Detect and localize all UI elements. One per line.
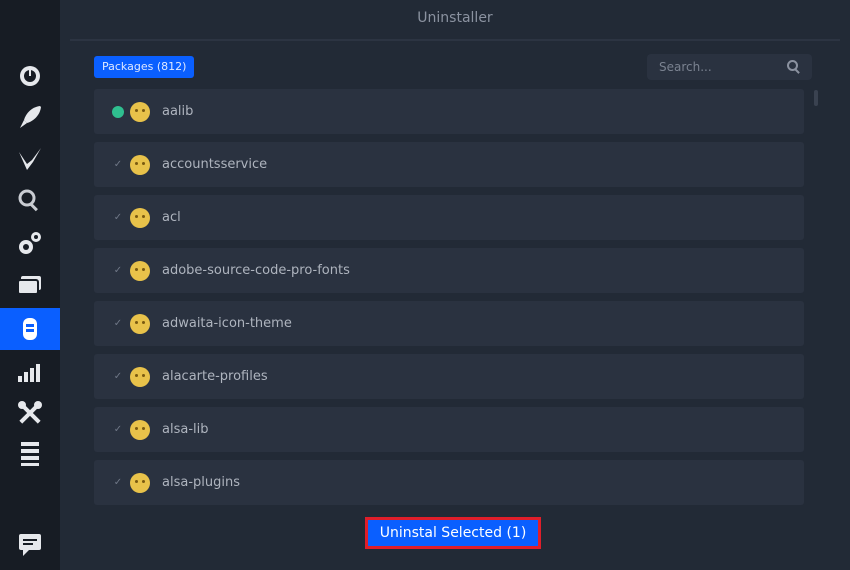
sidebar-item-settings[interactable] <box>0 434 60 472</box>
sidebar-item-dashboard[interactable] <box>0 56 60 94</box>
package-icon <box>130 207 150 228</box>
package-icon <box>130 101 150 122</box>
package-icon <box>130 472 150 493</box>
resources-icon <box>18 364 40 382</box>
package-row[interactable]: ✓ adobe-source-code-pro-fonts <box>94 248 804 293</box>
layers-icon <box>17 276 41 295</box>
main-panel: Uninstaller Packages (812) aalib ✓ accou… <box>60 0 850 570</box>
search-icon <box>18 189 38 212</box>
broom-icon <box>19 148 41 170</box>
title-divider <box>70 39 840 41</box>
search-icon[interactable] <box>786 59 802 75</box>
sidebar <box>0 0 60 570</box>
tools-icon <box>18 401 42 424</box>
sidebar-item-services[interactable] <box>0 224 60 262</box>
package-icon <box>130 154 150 175</box>
uninstaller-icon <box>23 318 37 340</box>
package-checkbox[interactable]: ✓ <box>112 159 124 171</box>
rocket-icon <box>20 106 41 128</box>
sidebar-item-uninstaller[interactable] <box>0 308 60 350</box>
package-name: aalib <box>162 104 194 119</box>
package-checkbox[interactable]: ✓ <box>112 477 124 489</box>
package-checkbox[interactable]: ✓ <box>112 371 124 383</box>
package-checkbox[interactable]: ✓ <box>112 265 124 277</box>
search-input[interactable] <box>657 59 786 75</box>
package-name: alsa-lib <box>162 422 209 437</box>
package-row[interactable]: ✓ alacarte-profiles <box>94 354 804 399</box>
package-list: aalib ✓ accountsservice ✓ acl ✓ adobe-so… <box>94 89 804 513</box>
package-name: alsa-plugins <box>162 475 240 490</box>
package-checkbox[interactable]: ✓ <box>112 212 124 224</box>
sidebar-item-resources[interactable] <box>0 352 60 390</box>
sidebar-item-tools[interactable] <box>0 394 60 432</box>
package-name: adobe-source-code-pro-fonts <box>162 263 350 278</box>
package-checkbox[interactable] <box>112 105 124 118</box>
package-row[interactable]: ✓ alsa-plugins <box>94 460 804 505</box>
sidebar-item-cleaner[interactable] <box>0 140 60 178</box>
package-row[interactable]: ✓ acl <box>94 195 804 240</box>
package-name: alacarte-profiles <box>162 369 268 384</box>
list-scrollbar[interactable] <box>814 90 818 106</box>
sidebar-item-processes[interactable] <box>0 266 60 304</box>
search-box[interactable] <box>647 54 812 80</box>
sidebar-item-feedback[interactable] <box>0 525 60 563</box>
sidebar-item-search[interactable] <box>0 182 60 220</box>
package-icon <box>130 419 150 440</box>
package-checkbox[interactable]: ✓ <box>112 424 124 436</box>
packages-count-badge: Packages (812) <box>94 56 195 78</box>
chat-icon <box>19 534 41 556</box>
sidebar-item-startup[interactable] <box>0 98 60 136</box>
package-name: adwaita-icon-theme <box>162 316 292 331</box>
package-name: accountsservice <box>162 157 268 172</box>
package-icon <box>130 260 150 281</box>
package-row[interactable]: ✓ adwaita-icon-theme <box>94 301 804 346</box>
dashboard-icon <box>20 66 40 86</box>
package-row[interactable]: ✓ accountsservice <box>94 142 804 187</box>
settings-list-icon <box>21 442 39 466</box>
gears-icon <box>19 232 41 254</box>
page-title: Uninstaller <box>417 10 493 26</box>
package-checkbox[interactable]: ✓ <box>112 318 124 330</box>
uninstall-selected-button[interactable]: Uninstal Selected (1) <box>365 517 541 549</box>
package-row[interactable]: ✓ alsa-lib <box>94 407 804 452</box>
package-icon <box>130 366 150 387</box>
package-icon <box>130 313 150 334</box>
package-row[interactable]: aalib <box>94 89 804 134</box>
package-name: acl <box>162 210 181 225</box>
